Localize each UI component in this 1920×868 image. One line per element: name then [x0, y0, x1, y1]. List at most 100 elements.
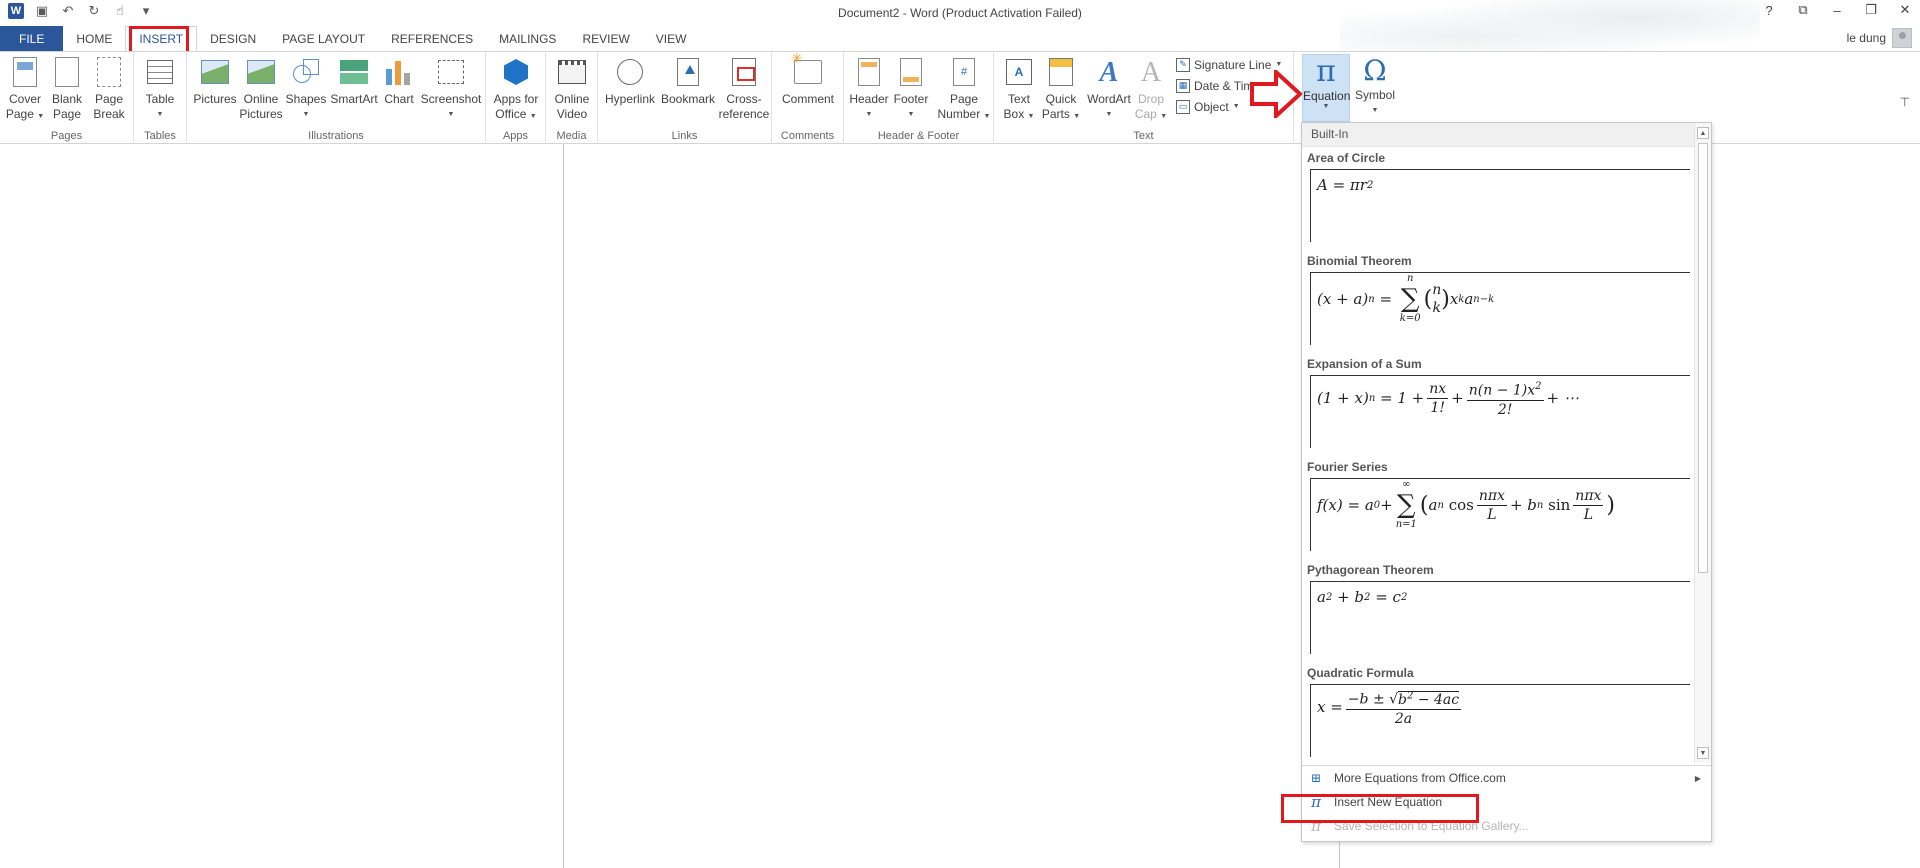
- tab-view[interactable]: VIEW: [643, 26, 700, 51]
- user-account[interactable]: le dung: [1847, 28, 1912, 48]
- text-box-button[interactable]: A Text Box ▼: [998, 54, 1040, 124]
- table-button[interactable]: Table ▼: [139, 54, 181, 122]
- header-button[interactable]: Header ▼: [848, 54, 890, 122]
- comment-icon: [791, 51, 822, 84]
- omega-icon: Ω: [1363, 54, 1387, 87]
- screenshot-button[interactable]: Screenshot ▼: [419, 54, 483, 122]
- chart-button[interactable]: Chart: [379, 54, 419, 107]
- chevron-down-icon: ▼: [156, 111, 164, 118]
- tab-design[interactable]: DESIGN: [197, 26, 269, 51]
- footer-button[interactable]: Footer ▼: [890, 54, 932, 122]
- tab-page-layout[interactable]: PAGE LAYOUT: [269, 26, 378, 51]
- equation-preview: f(x) = a0 + ∞ ∑ n=1 (a n cos nπx L + bn sin …: [1317, 479, 1616, 530]
- bookmark-button[interactable]: Bookmark: [660, 54, 716, 107]
- group-label-links: Links: [671, 130, 698, 142]
- cover-page-button[interactable]: Cover Page ▼: [4, 54, 46, 124]
- page-number-button[interactable]: # Page Number ▼: [936, 54, 992, 124]
- page-number-icon: #: [953, 58, 975, 86]
- group-media: Online Video Media: [546, 52, 598, 144]
- online-video-icon: [558, 60, 586, 84]
- drop-cap-button[interactable]: A Drop Cap ▼: [1132, 54, 1170, 124]
- shapes-icon: [293, 59, 319, 85]
- pin-ribbon-icon[interactable]: ⊣: [1898, 97, 1912, 107]
- gallery-scrollbar[interactable]: ▲ ▼: [1694, 123, 1711, 763]
- page-break-icon: [97, 57, 121, 87]
- scrollbar-thumb[interactable]: [1698, 143, 1708, 573]
- table-icon: [147, 60, 173, 84]
- text-box-icon: A: [1006, 59, 1032, 85]
- chart-icon: [386, 59, 412, 85]
- chevron-down-icon: ▼: [1073, 113, 1081, 120]
- gallery-item-binomial-theorem[interactable]: Binomial Theorem (x + a) n = n ∑ k=0 (n k) x k…: [1302, 250, 1695, 353]
- group-label-illustrations: Illustrations: [308, 130, 364, 142]
- chevron-down-icon: ▼: [302, 111, 310, 118]
- minimize-icon[interactable]: –: [1828, 3, 1846, 18]
- equation-preview: x = −b ± √b2 − 4ac 2a: [1317, 687, 1464, 728]
- wordart-button[interactable]: A WordArt ▼: [1084, 54, 1134, 122]
- tab-review[interactable]: REVIEW: [569, 26, 642, 51]
- online-pictures-button[interactable]: Online Pictures: [239, 54, 283, 122]
- equation-button[interactable]: π Equation ▼: [1302, 54, 1350, 122]
- scroll-down-icon[interactable]: ▼: [1697, 747, 1709, 759]
- group-tables: Table ▼ Tables: [134, 52, 187, 144]
- object-icon: ▭: [1176, 99, 1190, 114]
- smartart-icon: [340, 60, 368, 84]
- gallery-item-area-of-circle[interactable]: Area of Circle A = πr 2: [1302, 147, 1695, 250]
- group-label-text: Text: [1133, 130, 1154, 142]
- gallery-section-header: Built-In: [1302, 123, 1695, 147]
- pictures-button[interactable]: Pictures: [191, 54, 239, 107]
- equation-preview: (1 + x) n = 1 + nx 1! + n(n − 1)x2 2! + ⋯: [1317, 378, 1579, 419]
- page-break-button[interactable]: Page Break: [88, 54, 130, 122]
- ribbon-tabs: FILE HOME INSERT DESIGN PAGE LAYOUT REFE…: [0, 26, 1920, 51]
- chevron-down-icon: ▼: [1322, 103, 1330, 110]
- smartart-button[interactable]: SmartArt: [329, 54, 379, 107]
- gallery-item-expansion-of-a-sum[interactable]: Expansion of a Sum (1 + x) n = 1 + nx 1! +…: [1302, 353, 1695, 456]
- signature-line-icon: ✎: [1176, 57, 1190, 72]
- user-name: le dung: [1846, 31, 1886, 45]
- close-icon[interactable]: ✕: [1896, 2, 1914, 18]
- chevron-right-icon: ▶: [1694, 773, 1701, 783]
- cover-page-icon: [13, 57, 37, 87]
- chevron-down-icon: ▼: [1232, 103, 1240, 110]
- equation-preview: (x + a) n = n ∑ k=0 (n k) x k a n−k: [1317, 273, 1495, 324]
- equation-preview: A = πr 2: [1317, 176, 1374, 194]
- group-links: Hyperlink Bookmark Cross- reference Link…: [598, 52, 772, 144]
- pictures-icon: [201, 60, 229, 84]
- hyperlink-icon: [617, 59, 643, 85]
- chevron-down-icon: ▼: [529, 113, 537, 120]
- quick-parts-button[interactable]: Quick Parts ▼: [1040, 54, 1082, 124]
- group-header-footer: Header ▼ Footer ▼ # Page Number ▼ Header…: [844, 52, 994, 144]
- gallery-item-pythagorean-theorem[interactable]: Pythagorean Theorem a2 + b2 = c2: [1302, 559, 1695, 662]
- shapes-button[interactable]: Shapes ▼: [283, 54, 329, 122]
- office-com-icon: ⊞: [1310, 771, 1322, 785]
- blank-page-button[interactable]: Blank Page: [46, 54, 88, 122]
- tab-home[interactable]: HOME: [63, 26, 125, 51]
- tab-mailings[interactable]: MAILINGS: [486, 26, 569, 51]
- chevron-down-icon: ▼: [1105, 111, 1113, 118]
- footer-icon: [900, 58, 922, 86]
- scroll-up-icon[interactable]: ▲: [1697, 127, 1709, 139]
- gallery-item-fourier-series[interactable]: Fourier Series f(x) = a0 + ∞ ∑ n=1 (a n cos…: [1302, 456, 1695, 559]
- symbol-button[interactable]: Ω Symbol ▼: [1352, 54, 1398, 118]
- help-icon[interactable]: ?: [1760, 3, 1778, 18]
- gallery-item-quadratic-formula[interactable]: Quadratic Formula x = −b ± √b2 − 4ac 2a: [1302, 662, 1695, 765]
- chevron-down-icon: ▼: [983, 113, 991, 120]
- ribbon-display-options-icon[interactable]: ⧉: [1794, 2, 1812, 18]
- hyperlink-button[interactable]: Hyperlink: [600, 54, 660, 107]
- blank-page-icon: [55, 57, 79, 87]
- insert-new-equation-highlight: [1281, 794, 1479, 823]
- cross-reference-button[interactable]: Cross- reference: [718, 54, 770, 122]
- screenshot-icon: [438, 60, 464, 84]
- comment-button[interactable]: Comment: [778, 51, 838, 107]
- online-video-button[interactable]: Online Video: [551, 54, 593, 122]
- restore-icon[interactable]: ❐: [1862, 2, 1880, 18]
- group-label-comments: Comments: [780, 130, 835, 142]
- apps-for-office-button[interactable]: Apps for Office ▼: [490, 54, 542, 124]
- more-equations-menu-item[interactable]: ⊞ More Equations from Office.com ▶: [1302, 766, 1711, 790]
- tab-references[interactable]: REFERENCES: [378, 26, 486, 51]
- group-apps: Apps for Office ▼ Apps: [486, 52, 546, 144]
- chevron-down-icon: ▼: [907, 111, 915, 118]
- arrow-annotation-icon: [1250, 70, 1302, 118]
- apps-for-office-icon: [504, 59, 528, 85]
- tab-file[interactable]: FILE: [0, 26, 64, 51]
